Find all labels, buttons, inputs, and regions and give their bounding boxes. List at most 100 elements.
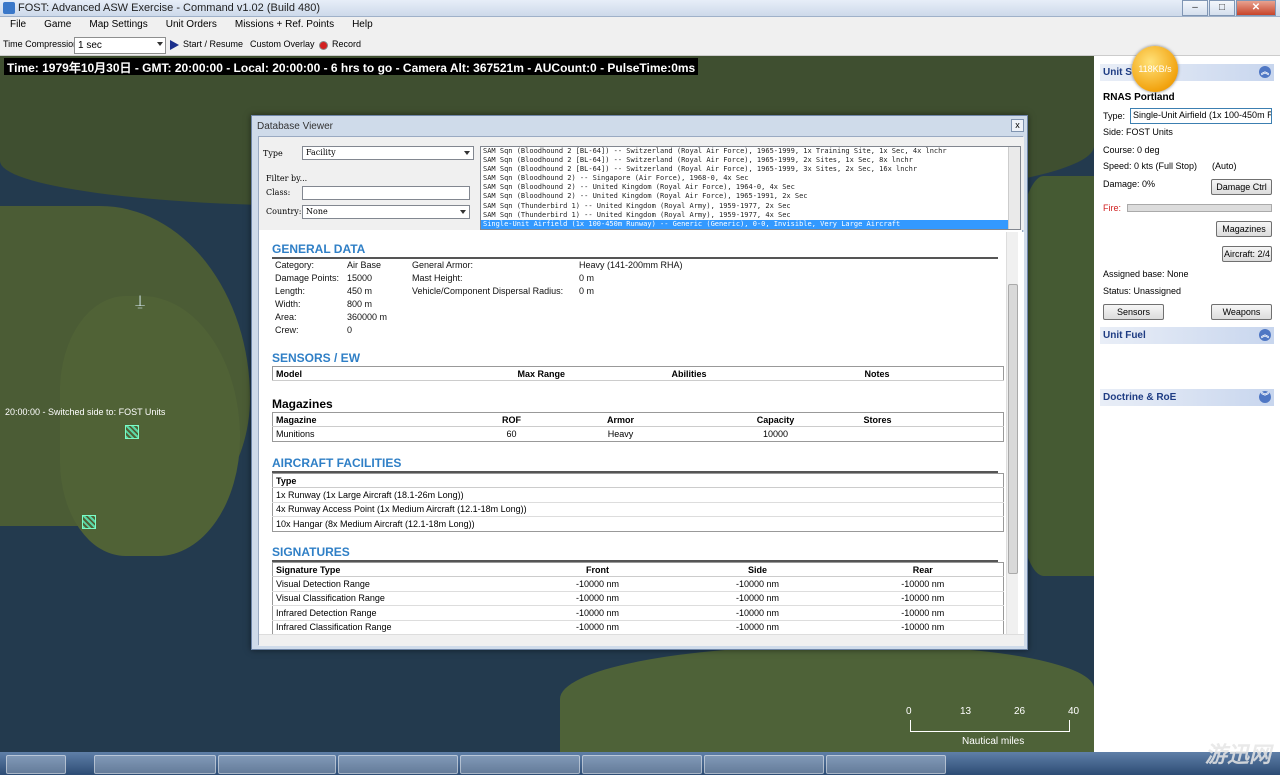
- fire-bar: [1127, 204, 1272, 212]
- list-item[interactable]: SAM Sqn (Thunderbird 1) -- United Kingdo…: [481, 202, 1020, 211]
- results-scrollbar[interactable]: [1008, 147, 1020, 229]
- divider: [272, 257, 998, 259]
- submarine-icon[interactable]: ⍊: [132, 293, 148, 319]
- record-button[interactable]: Record: [332, 39, 361, 49]
- database-viewer-dialog: Database Viewer x Type Facility Filter b…: [251, 115, 1028, 650]
- cell: -10000 nm: [522, 590, 673, 606]
- sensors-table: Model Max Range Abilities Notes: [272, 366, 1004, 381]
- taskbar-item[interactable]: [582, 755, 702, 774]
- cell: -10000 nm: [842, 576, 1004, 591]
- col-rof: ROF: [472, 412, 551, 427]
- chevron-down-icon: [464, 151, 470, 155]
- unit-status-header[interactable]: Unit S ︽: [1100, 64, 1274, 81]
- type-filter-value: Facility: [306, 148, 336, 157]
- minimize-button[interactable]: –: [1182, 0, 1208, 16]
- table-row: Visual Detection Range -10000 nm -10000 …: [272, 576, 1004, 591]
- chevron-down-icon: [157, 42, 163, 46]
- cell: -10000 nm: [522, 619, 673, 635]
- chevron-down-icon: [460, 210, 466, 214]
- start-resume-button[interactable]: Start / Resume: [183, 39, 243, 49]
- gd-value: 15000: [347, 273, 373, 283]
- general-data-header: GENERAL DATA: [272, 242, 366, 256]
- damage-control-button[interactable]: Damage Ctrl: [1211, 179, 1272, 195]
- time-compression-select[interactable]: 1 sec: [74, 37, 166, 54]
- watermark-logo: 游迅网: [1205, 742, 1272, 767]
- magazines-button[interactable]: Magazines: [1216, 221, 1272, 237]
- network-speed-badge: 118KB/s: [1132, 46, 1178, 92]
- menu-missions[interactable]: Missions + Ref. Points: [225, 17, 342, 35]
- list-item[interactable]: SAM Sqn (Bloodhound 2 [BL-64]) -- Switze…: [481, 165, 1020, 174]
- gd-value: 0 m: [579, 273, 595, 283]
- unit-name: RNAS Portland: [1103, 92, 1175, 103]
- assigned-base: Assigned base: None: [1103, 269, 1189, 279]
- dialog-body: Type Facility Filter by... Class: Countr…: [258, 136, 1024, 646]
- country-filter-select[interactable]: None: [302, 205, 470, 219]
- taskbar-item[interactable]: [218, 755, 336, 774]
- cell: 10x Hangar (8x Medium Aircraft (12.1-18m…: [272, 516, 1004, 531]
- taskbar-item[interactable]: [460, 755, 580, 774]
- taskbar-item[interactable]: [704, 755, 824, 774]
- sensors-button[interactable]: Sensors: [1103, 304, 1164, 320]
- gd-key: Area:: [275, 312, 297, 322]
- class-label: Class:: [266, 188, 291, 197]
- doctrine-header[interactable]: Doctrine & RoE ︾: [1100, 389, 1274, 406]
- play-icon[interactable]: [170, 40, 179, 50]
- list-item[interactable]: SAM Sqn (Bloodhound 2) -- United Kingdom…: [481, 183, 1020, 192]
- aircraft-button[interactable]: Aircraft: 2/4: [1222, 246, 1272, 262]
- menu-file[interactable]: File: [0, 17, 34, 35]
- scrollbar-thumb[interactable]: [1008, 284, 1018, 574]
- taskbar-item[interactable]: [338, 755, 458, 774]
- start-button[interactable]: [6, 755, 66, 774]
- col-model: Model: [272, 366, 515, 381]
- gd-value: 0 m: [579, 286, 595, 296]
- col-notes: Notes: [861, 366, 1004, 381]
- col-max-range: Max Range: [514, 366, 669, 381]
- close-window-button[interactable]: ✕: [1236, 0, 1276, 16]
- list-item[interactable]: SAM Sqn (Bloodhound 2 [BL-64]) -- Switze…: [481, 156, 1020, 165]
- type-filter-select[interactable]: Facility: [302, 146, 474, 160]
- cell: -10000 nm: [672, 576, 843, 591]
- maximize-button[interactable]: □: [1209, 0, 1235, 16]
- cell: Visual Detection Range: [272, 576, 523, 591]
- taskbar: [0, 752, 1280, 775]
- list-item[interactable]: SAM Sqn (Bloodhound 2 [BL-64]) -- Switze…: [481, 147, 1020, 156]
- collapse-icon[interactable]: ︽: [1259, 66, 1271, 78]
- col-armor: Armor: [550, 412, 691, 427]
- taskbar-item[interactable]: [826, 755, 946, 774]
- expand-icon[interactable]: ︾: [1259, 391, 1271, 403]
- menu-map-settings[interactable]: Map Settings: [79, 17, 155, 35]
- scale-ruler: [910, 720, 1070, 732]
- magazines-table: Magazine ROF Armor Capacity Stores Munit…: [272, 412, 1004, 442]
- list-item[interactable]: SAM Sqn (Thunderbird 1) -- United Kingdo…: [481, 211, 1020, 220]
- filter-panel: Type Facility Filter by... Class: Countr…: [259, 137, 1024, 230]
- cell: Infrared Detection Range: [272, 605, 523, 620]
- record-icon[interactable]: [319, 41, 328, 50]
- menu-game[interactable]: Game: [34, 17, 79, 35]
- unit-damage: Damage: 0%: [1103, 179, 1156, 189]
- list-item[interactable]: SAM Sqn (Bloodhound 2) -- Singapore (Air…: [481, 174, 1020, 183]
- horizontal-scrollbar[interactable]: [259, 634, 1024, 646]
- airfield-unit-icon[interactable]: [125, 425, 139, 439]
- menu-help[interactable]: Help: [342, 17, 381, 35]
- window-title: FOST: Advanced ASW Exercise - Command v1…: [18, 2, 321, 14]
- airfield-unit-icon[interactable]: [82, 515, 96, 529]
- unit-fuel-header[interactable]: Unit Fuel ︽: [1100, 327, 1274, 344]
- list-item[interactable]: SAM Sqn (Bloodhound 2) -- United Kingdom…: [481, 192, 1020, 201]
- unit-status: Status: Unassigned: [1103, 286, 1182, 296]
- weapons-button[interactable]: Weapons: [1211, 304, 1272, 320]
- class-input[interactable]: [302, 186, 470, 200]
- results-list[interactable]: SAM Sqn (Bloodhound 2 [BL-64]) -- Switze…: [480, 146, 1021, 230]
- menu-unit-orders[interactable]: Unit Orders: [156, 17, 225, 35]
- custom-overlay-button[interactable]: Custom Overlay: [250, 39, 315, 49]
- table-row: Infrared Classification Range -10000 nm …: [272, 619, 1004, 635]
- col-capacity: Capacity: [690, 412, 861, 427]
- collapse-icon[interactable]: ︽: [1259, 329, 1271, 341]
- col-rear: Rear: [842, 562, 1004, 577]
- speed-mode: (Auto): [1212, 161, 1237, 171]
- cell: -10000 nm: [672, 590, 843, 606]
- unit-type-field[interactable]: Single-Unit Airfield (1x 100-450m Run: [1130, 108, 1272, 124]
- taskbar-item[interactable]: [94, 755, 216, 774]
- detail-scrollbar[interactable]: [1006, 232, 1018, 634]
- list-item-selected[interactable]: Single-Unit Airfield (1x 100-450m Runway…: [481, 219, 1020, 229]
- dialog-close-button[interactable]: x: [1011, 119, 1024, 132]
